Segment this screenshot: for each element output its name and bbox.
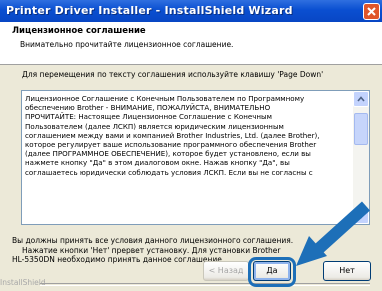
pointer-arrow-icon [296,201,371,266]
